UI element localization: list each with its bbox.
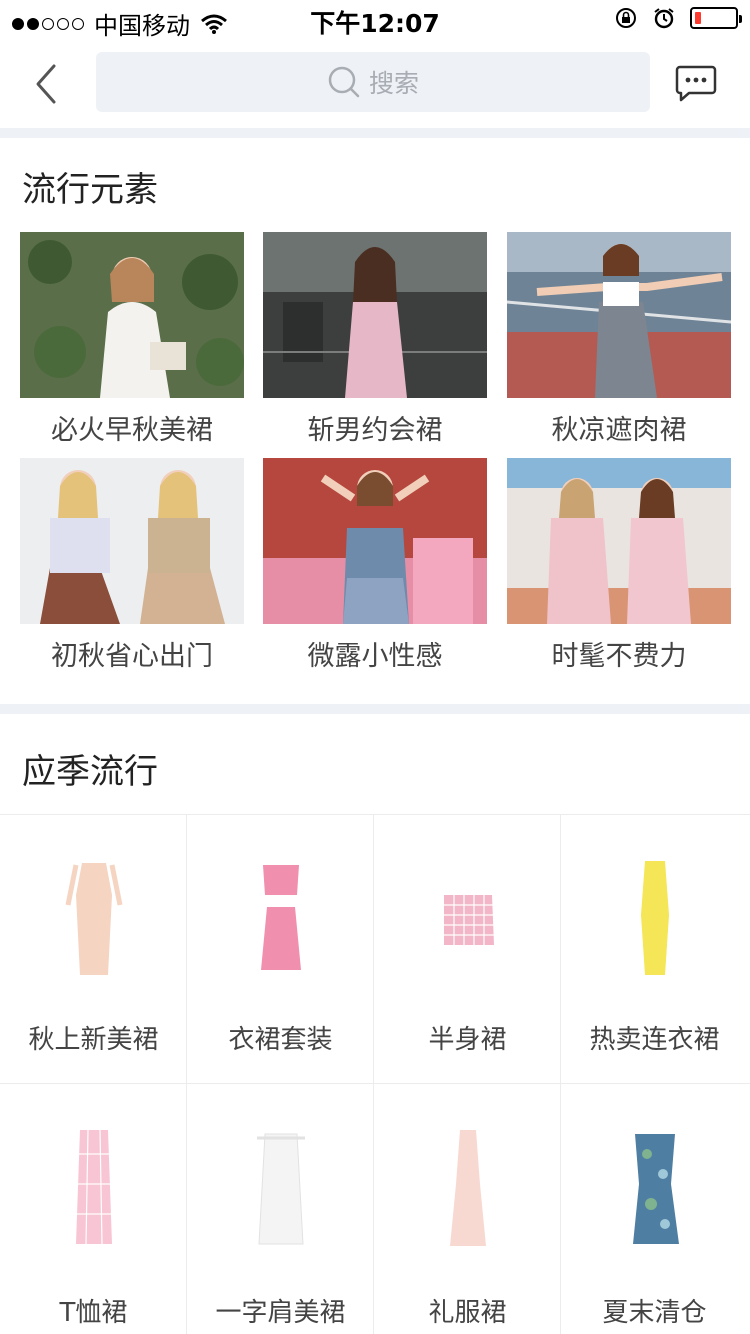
battery-icon [690,7,742,29]
season-item-label: 礼服裙 [428,1298,507,1328]
section-divider [0,704,750,714]
trend-item-label: 斩男约会裙 [307,415,443,446]
battery-level [695,12,701,24]
season-item[interactable]: 秋上新美裙 [0,815,187,1084]
trend-item-image [263,458,487,624]
dress-thumbnail [44,1124,144,1254]
trend-item[interactable]: 微露小性感 [263,458,487,672]
trend-section-title: 流行元素 [22,170,158,210]
alarm-icon [654,8,674,29]
dress-thumbnail [418,855,518,985]
season-item-label: 衣裙套装 [228,1025,333,1055]
dress-thumbnail [231,1124,331,1254]
nav-bar: 搜索 [0,40,750,128]
section-divider [0,128,750,138]
trend-item-label: 必火早秋美裙 [51,415,213,446]
dress-thumbnail [418,1124,518,1254]
status-bar: 中国移动 下午12:07 [0,0,750,40]
trend-item-label: 秋凉遮肉裙 [551,415,687,446]
season-item-label: 夏末清仓 [602,1298,707,1328]
status-left: 中国移动 [12,6,228,41]
trend-item[interactable]: 初秋省心出门 [20,458,244,672]
trend-item-image [263,232,487,398]
season-item-label: 秋上新美裙 [28,1025,159,1055]
trend-item[interactable]: 时髦不费力 [507,458,731,672]
back-button[interactable] [22,60,70,108]
season-section-title: 应季流行 [22,752,158,792]
trend-item[interactable]: 秋凉遮肉裙 [507,232,731,446]
search-input[interactable]: 搜索 [96,52,650,112]
season-item-label: T恤裙 [59,1298,128,1328]
trend-item-label: 时髦不费力 [551,641,687,672]
dress-thumbnail [44,855,144,985]
trend-item-label: 初秋省心出门 [51,641,213,672]
wifi-icon [201,14,227,34]
dress-thumbnail [605,855,705,985]
season-item-label: 一字肩美裙 [215,1298,346,1328]
season-item[interactable]: 一字肩美裙 [187,1084,374,1334]
trend-item-image [507,232,731,398]
dress-thumbnail [605,1124,705,1254]
signal-strength-icon [12,17,84,30]
carrier-name: 中国移动 [94,12,190,40]
season-item[interactable]: 半身裙 [374,815,561,1084]
dress-thumbnail [231,855,331,985]
trend-item-image [20,458,244,624]
chat-bubble-icon [675,65,717,102]
season-item[interactable]: 夏末清仓 [561,1084,750,1334]
search-icon [328,66,360,98]
rotation-lock-icon [616,8,636,28]
season-item-label: 半身裙 [428,1025,507,1055]
season-grid: 秋上新美裙 衣裙套装 半身裙 热卖连衣裙 T恤裙 一字肩美裙 礼服裙 夏末清仓 [0,814,750,1334]
season-item[interactable]: 衣裙套装 [187,815,374,1084]
status-right [614,6,742,30]
trend-item-image [507,458,731,624]
trend-item[interactable]: 斩男约会裙 [263,232,487,446]
season-item[interactable]: T恤裙 [0,1084,187,1334]
trend-item[interactable]: 必火早秋美裙 [20,232,244,446]
season-item[interactable]: 礼服裙 [374,1084,561,1334]
trend-item-label: 微露小性感 [307,641,443,672]
search-placeholder: 搜索 [368,69,419,98]
season-item-label: 热卖连衣裙 [589,1025,720,1055]
chevron-left-icon [36,64,56,104]
trend-item-image [20,232,244,398]
message-button[interactable] [672,60,720,108]
season-item[interactable]: 热卖连衣裙 [561,815,750,1084]
